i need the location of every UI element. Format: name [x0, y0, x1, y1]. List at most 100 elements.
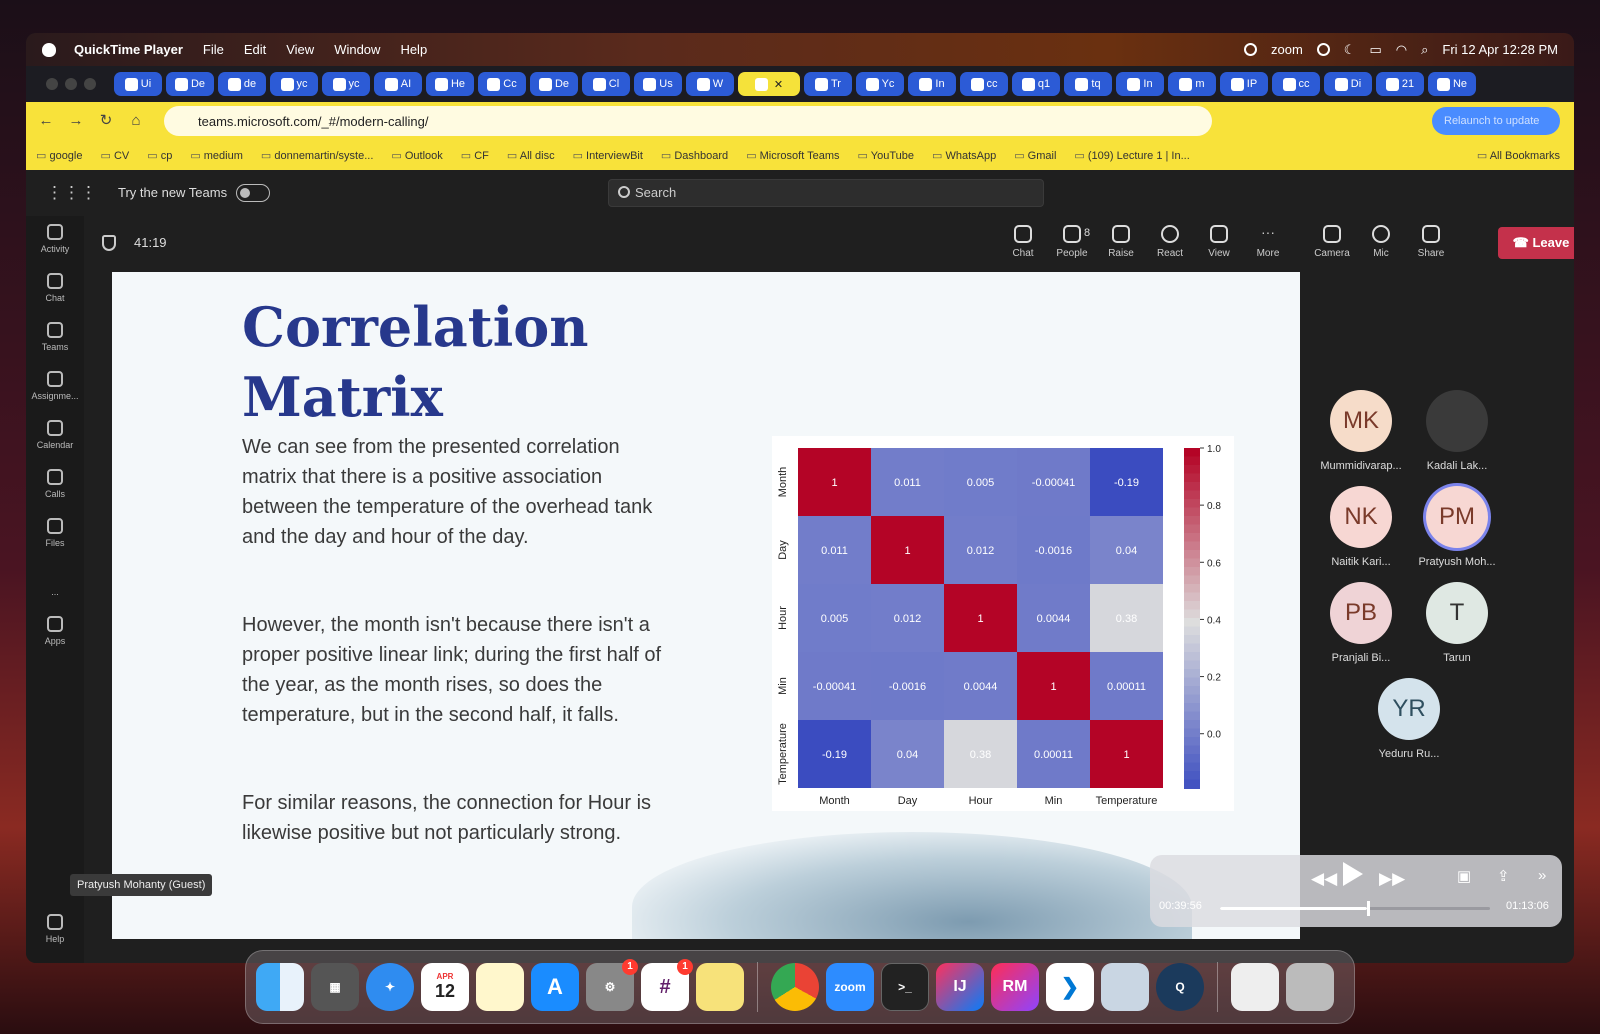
browser-tab[interactable]: Di — [1324, 72, 1372, 96]
search-input[interactable]: Search — [608, 179, 1044, 207]
zoom-status[interactable]: zoom — [1271, 42, 1303, 57]
browser-tab[interactable]: Yc — [856, 72, 904, 96]
minimize-dot[interactable] — [65, 78, 77, 90]
browser-tab[interactable]: He — [426, 72, 474, 96]
play-icon[interactable] — [1343, 862, 1363, 886]
menu-edit[interactable]: Edit — [244, 42, 266, 57]
moon-icon[interactable]: ☾ — [1344, 42, 1356, 58]
quicktime-icon[interactable]: Q — [1156, 963, 1204, 1011]
wifi-icon[interactable]: ◠ — [1396, 42, 1407, 58]
bookmark-item[interactable]: (109) Lecture 1 | In... — [1074, 149, 1190, 162]
rail-item-3[interactable]: Teams — [26, 314, 84, 363]
fast-forward-icon[interactable]: ▶▶ — [1379, 869, 1405, 889]
more-button[interactable]: ··· More — [1245, 225, 1291, 259]
menu-window[interactable]: Window — [334, 42, 380, 57]
menu-file[interactable]: File — [203, 42, 224, 57]
browser-tab[interactable]: IP — [1220, 72, 1268, 96]
browser-tab[interactable]: m — [1168, 72, 1216, 96]
system-settings-icon[interactable]: ⚙ 1 — [586, 959, 638, 1011]
terminal-icon[interactable]: >_ — [881, 963, 929, 1011]
browser-tab[interactable]: AI — [374, 72, 422, 96]
bookmark-item[interactable]: Gmail — [1014, 149, 1057, 162]
menu-help[interactable]: Help — [400, 42, 427, 57]
browser-tab[interactable]: yc — [270, 72, 318, 96]
browser-tab[interactable]: In — [908, 72, 956, 96]
app-store-icon[interactable]: A — [531, 963, 579, 1011]
scrubber[interactable] — [1220, 901, 1490, 916]
relaunch-button[interactable]: Relaunch to update — [1432, 107, 1560, 135]
bookmark-item[interactable]: CF — [461, 149, 489, 162]
leave-button[interactable]: ☎ Leave — [1498, 227, 1574, 259]
bookmark-item[interactable]: CV — [101, 149, 129, 162]
bookmark-item[interactable]: google — [36, 149, 82, 162]
back-icon[interactable]: ← — [36, 111, 56, 131]
battery-icon[interactable]: ▭ — [1369, 42, 1381, 58]
stickies-icon[interactable] — [696, 963, 744, 1011]
slack-icon[interactable]: #1 — [641, 959, 693, 1011]
rewind-icon[interactable]: ◀◀ — [1311, 869, 1337, 889]
bookmark-item[interactable]: All disc — [507, 149, 555, 162]
browser-tab[interactable]: yc — [322, 72, 370, 96]
browser-tab[interactable]: cc — [960, 72, 1008, 96]
home-icon[interactable]: ⌂ — [126, 111, 146, 131]
browser-tab[interactable]: 21 — [1376, 72, 1424, 96]
notes-icon[interactable] — [476, 963, 524, 1011]
tab-active[interactable]: ✕ — [738, 72, 800, 96]
forward-icon[interactable]: → — [66, 111, 86, 131]
rail-item-10[interactable]: Help — [26, 906, 84, 955]
browser-tab[interactable]: cc — [1272, 72, 1320, 96]
rail-item-9[interactable]: Apps — [26, 608, 84, 657]
rail-item-8[interactable]: ... — [26, 559, 84, 608]
pip-icon[interactable]: ▣ — [1457, 867, 1471, 885]
view-button[interactable]: View — [1196, 225, 1242, 259]
document-icon[interactable] — [1231, 963, 1279, 1011]
rail-item-7[interactable]: Files — [26, 510, 84, 559]
rail-item-6[interactable]: Calls — [26, 461, 84, 510]
browser-tab[interactable]: Cc — [478, 72, 526, 96]
participant-tile[interactable]: PB Pranjali Bi... — [1316, 582, 1406, 664]
participant-tile[interactable]: MK Mummidivarap... — [1316, 390, 1406, 472]
close-dot[interactable] — [46, 78, 58, 90]
finder-icon[interactable] — [256, 963, 304, 1011]
bookmark-item[interactable]: Dashboard — [661, 149, 728, 162]
participant-tile[interactable]: T Tarun — [1412, 582, 1502, 664]
spotlight-icon[interactable]: ⌕ — [1421, 42, 1428, 58]
trash-icon[interactable] — [1286, 963, 1334, 1011]
browser-tab[interactable]: Ui — [114, 72, 162, 96]
intellij-icon[interactable]: IJ — [936, 963, 984, 1011]
rubymine-icon[interactable]: RM — [991, 963, 1039, 1011]
bookmark-item[interactable]: All Bookmarks — [1477, 149, 1560, 162]
rail-item-5[interactable]: Calendar — [26, 412, 84, 461]
close-tab-icon[interactable]: ✕ — [774, 78, 783, 91]
participant-tile[interactable]: PM Pratyush Moh... — [1412, 486, 1502, 568]
chrome-icon[interactable] — [771, 963, 819, 1011]
bookmark-item[interactable]: Outlook — [391, 149, 443, 162]
browser-tab[interactable]: Cl — [582, 72, 630, 96]
camera-button[interactable]: Camera — [1309, 225, 1355, 259]
reload-icon[interactable]: ↻ — [96, 111, 116, 131]
browser-tab[interactable]: De — [166, 72, 214, 96]
preview-icon[interactable] — [1101, 963, 1149, 1011]
rail-item-2[interactable]: Chat — [26, 265, 84, 314]
apple-icon[interactable] — [42, 42, 56, 57]
bookmark-item[interactable]: WhatsApp — [932, 149, 996, 162]
rail-item-4[interactable]: Assignme... — [26, 363, 84, 412]
play-status-icon[interactable] — [1316, 43, 1330, 56]
playback-more-icon[interactable]: » — [1538, 867, 1546, 884]
zoom-app-icon[interactable]: zoom — [826, 963, 874, 1011]
participant-tile[interactable]: Kadali Lak... — [1412, 390, 1502, 472]
datetime[interactable]: Fri 12 Apr 12:28 PM — [1442, 42, 1558, 57]
bookmark-item[interactable]: InterviewBit — [573, 149, 643, 162]
browser-tab[interactable]: Tr — [804, 72, 852, 96]
app-name[interactable]: QuickTime Player — [74, 42, 183, 57]
vscode-icon[interactable]: ❯ — [1046, 963, 1094, 1011]
browser-tab[interactable]: Ne — [1428, 72, 1476, 96]
menu-view[interactable]: View — [286, 42, 314, 57]
browser-tab[interactable]: W — [686, 72, 734, 96]
scrubber-handle[interactable] — [1367, 901, 1371, 916]
safari-icon[interactable]: ✦ — [366, 963, 414, 1011]
app-launcher-icon[interactable]: ⋮⋮⋮ — [46, 183, 97, 203]
url-field[interactable]: teams.microsoft.com/_#/modern-calling/ — [164, 106, 1212, 136]
browser-tab[interactable]: De — [530, 72, 578, 96]
calendar-icon[interactable]: APR 12 — [421, 963, 469, 1011]
